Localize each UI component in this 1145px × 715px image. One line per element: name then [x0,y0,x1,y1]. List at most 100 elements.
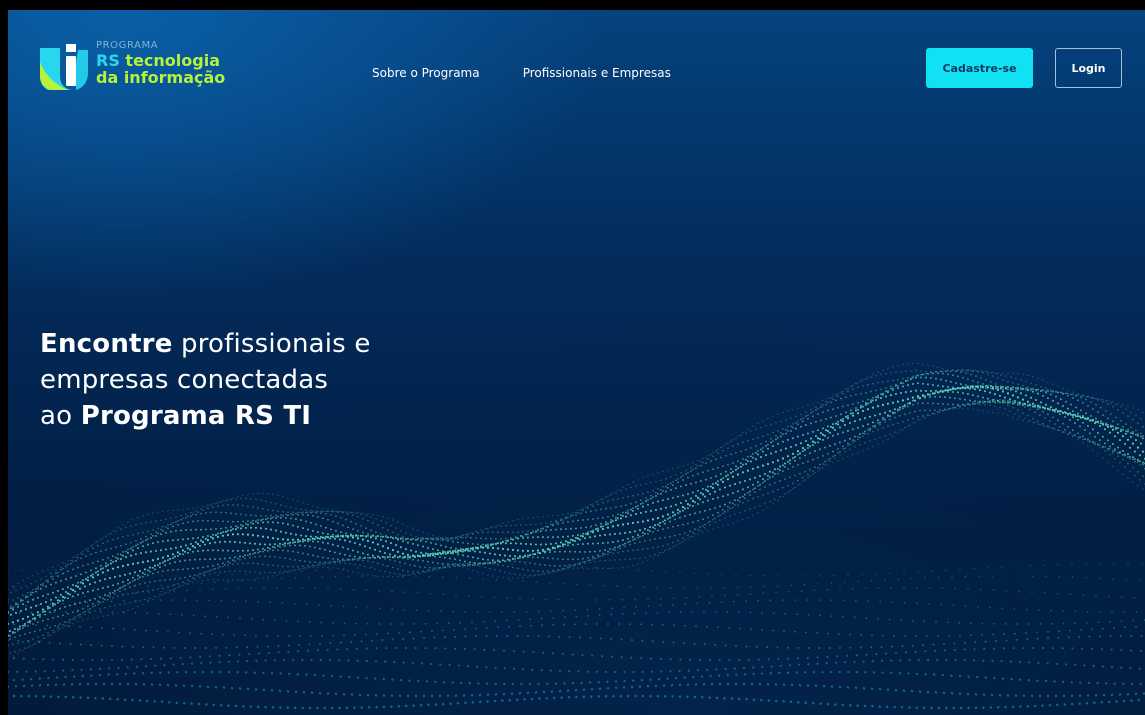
floor-particle [308,643,311,646]
wave-particle [327,561,329,564]
wave-particle [222,504,224,507]
wave-particle [345,532,347,535]
wave-particle [642,534,644,537]
wave-particle [439,552,443,556]
wave-particle [466,547,470,550]
wave-particle [1137,471,1139,473]
floor-particle [1123,611,1125,613]
floor-particle [24,623,26,626]
wave-particle [512,519,514,522]
floor-particle [1056,592,1059,595]
wave-particle [38,613,42,616]
wave-particle [137,547,139,550]
wave-particle [442,539,444,541]
wave-particle [668,516,672,519]
floor-particle [462,694,466,697]
wave-particle [529,574,531,577]
wave-particle [114,604,116,607]
wave-particle [991,387,995,390]
wave-particle [712,498,714,500]
wave-particle [905,380,907,383]
wave-particle [1064,412,1068,415]
wave-particle [542,573,544,575]
wave-particle [79,616,81,618]
wave-particle [634,542,636,545]
floor-particle [818,647,821,649]
wave-particle [1072,410,1074,413]
wave-particle [447,552,449,555]
wave-particle [644,532,646,535]
wave-particle [1054,428,1056,430]
wave-particle [327,518,329,521]
wave-particle [832,423,834,426]
wave-particle [1057,429,1059,431]
wave-particle [209,535,213,538]
wave-particle [487,531,489,534]
wave-particle [797,484,799,486]
wave-particle [637,504,639,507]
wave-particle [264,549,266,552]
wave-particle [395,536,397,539]
floor-particle [466,665,470,668]
wave-particle [1122,458,1124,461]
wave-particle [314,546,316,549]
wave-particle [1024,406,1026,408]
floor-particle [726,611,729,613]
floor-particle [937,576,940,579]
wave-particle [642,548,644,550]
wave-particle [1125,423,1127,425]
wave-particle [970,373,972,376]
floor-particle [984,640,987,643]
wave-particle [662,490,664,492]
wave-particle [677,512,679,515]
wave-particle [722,512,724,515]
wave-particle [1077,394,1079,396]
floor-particle [735,644,737,647]
wave-particle [42,619,44,622]
wave-particle [702,525,704,528]
wave-particle [217,549,219,552]
floor-particle [238,653,241,656]
wave-particle [697,473,699,475]
wave-particle [124,603,126,605]
floor-particle [844,581,846,583]
wave-particle [777,442,779,445]
wave-particle [44,637,46,639]
wave-particle [296,538,300,541]
wave-particle [796,450,800,453]
wave-particle [859,436,861,439]
wave-particle [754,458,758,461]
wave-particle [362,557,364,560]
wave-particle [1030,389,1032,392]
wave-particle [344,553,346,556]
wave-particle [993,393,997,396]
wave-particle [1009,410,1011,412]
wave-particle [752,453,754,455]
wave-particle [85,548,87,551]
wave-particle [452,564,454,566]
wave-particle [762,447,764,449]
wave-particle [199,558,201,561]
floor-particle [26,586,29,589]
wave-particle [1142,435,1144,437]
wave-particle [960,383,962,386]
wave-particle [585,506,587,508]
floor-particle [546,682,549,685]
wave-particle [830,401,832,404]
wave-particle [810,422,812,425]
wave-particle [412,537,414,540]
wave-particle [1075,395,1077,397]
floor-particle [196,599,198,601]
wave-particle [129,586,131,588]
wave-particle [486,546,490,549]
wave-particle [124,584,126,587]
wave-particle [537,570,539,572]
wave-particle [1080,395,1082,397]
floor-particle [622,686,626,689]
floor-particle [160,584,163,587]
floor-particle [13,623,15,626]
wave-particle [719,514,721,516]
floor-particle [637,569,639,571]
wave-particle [250,514,252,517]
wave-particle [842,390,844,392]
